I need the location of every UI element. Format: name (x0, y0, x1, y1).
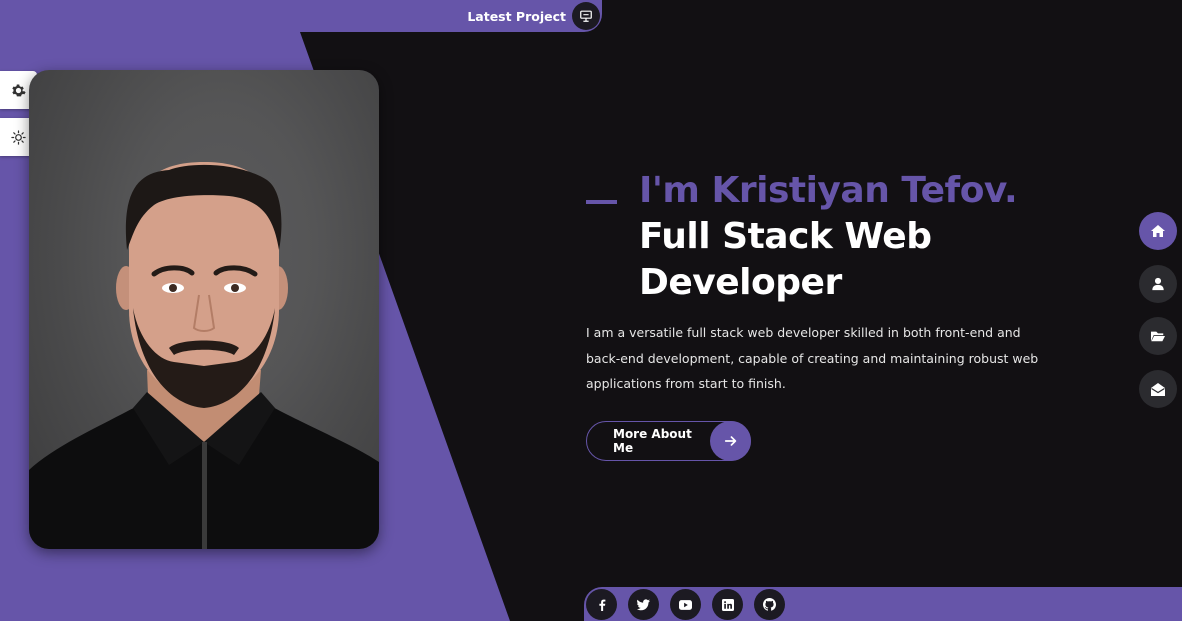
nav-portfolio-button[interactable] (1139, 317, 1177, 355)
hero-accent-line (586, 200, 617, 204)
hero-role-line-1: Full Stack Web (639, 216, 932, 257)
home-icon (1150, 223, 1166, 239)
github-link[interactable] (754, 589, 785, 620)
facebook-link[interactable] (586, 589, 617, 620)
profile-photo (29, 70, 379, 549)
presentation-icon (572, 2, 600, 30)
twitter-link[interactable] (628, 589, 659, 620)
nav-home-button[interactable] (1139, 212, 1177, 250)
hero-role-line-2: Developer (639, 262, 842, 303)
nav-contact-button[interactable] (1139, 370, 1177, 408)
youtube-icon (679, 599, 692, 610)
user-icon (1151, 277, 1165, 291)
nav-about-button[interactable] (1139, 265, 1177, 303)
gear-icon (11, 83, 26, 98)
github-icon (763, 598, 776, 611)
hero-section: I'm Kristiyan Tefov. Full Stack Web Deve… (586, 168, 1056, 306)
sun-icon (11, 129, 26, 145)
arrow-right-icon (710, 421, 751, 461)
folder-icon (1150, 329, 1166, 343)
cta-label: More About Me (613, 427, 692, 455)
linkedin-link[interactable] (712, 589, 743, 620)
latest-project-link[interactable]: Latest Project (300, 0, 602, 32)
hero-title: I'm Kristiyan Tefov. Full Stack Web Deve… (639, 168, 1056, 306)
linkedin-icon (721, 598, 734, 611)
latest-project-label: Latest Project (467, 8, 566, 24)
youtube-link[interactable] (670, 589, 701, 620)
hero-intro: I'm Kristiyan Tefov. (639, 170, 1018, 211)
twitter-icon (637, 598, 650, 611)
facebook-icon (596, 599, 608, 611)
hero-description: I am a versatile full stack web develope… (586, 325, 1039, 391)
envelope-open-icon (1150, 381, 1166, 397)
more-about-me-button[interactable]: More About Me (586, 421, 751, 461)
